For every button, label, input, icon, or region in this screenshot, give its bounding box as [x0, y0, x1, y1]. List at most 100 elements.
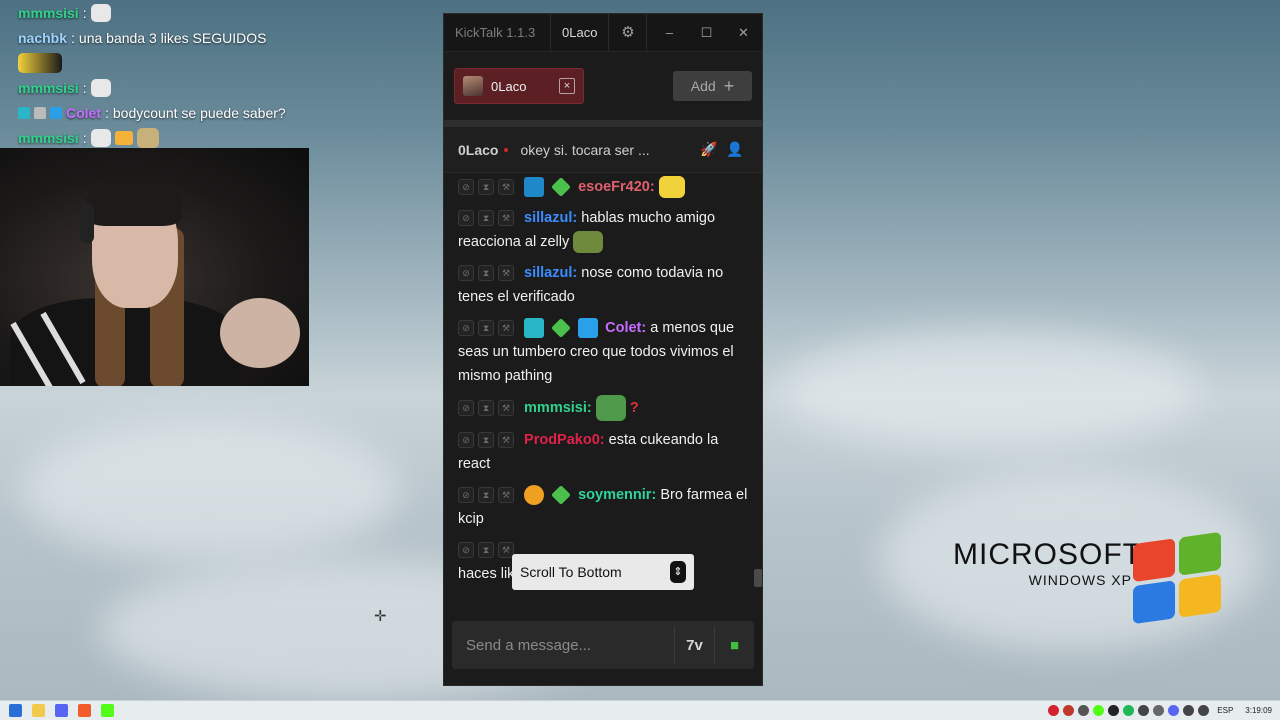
- add-channel-button[interactable]: Add +: [673, 71, 752, 101]
- gavel-icon[interactable]: ⚒: [498, 487, 514, 504]
- gear-icon[interactable]: ⚙: [609, 14, 648, 51]
- chat-message: ⊘ ⧗ ⚒ sillazul: hablas mucho amigo reaccio…: [458, 206, 748, 254]
- message-input[interactable]: [452, 636, 674, 654]
- chat-username[interactable]: sillazul: [524, 265, 572, 281]
- minimize-icon[interactable]: –: [651, 25, 688, 41]
- brave-icon[interactable]: [78, 704, 91, 717]
- taskbar: ESP 3:19:09: [0, 700, 1280, 720]
- ban-icon[interactable]: ⊘: [458, 320, 474, 337]
- badge-icon: [50, 106, 62, 119]
- gavel-icon[interactable]: ⚒: [498, 320, 514, 337]
- discord-icon[interactable]: [55, 704, 68, 717]
- gavel-icon[interactable]: ⚒: [498, 432, 514, 449]
- close-tab-icon[interactable]: ×: [559, 78, 575, 94]
- folder-icon[interactable]: [32, 704, 45, 717]
- ban-icon[interactable]: ⊘: [458, 210, 474, 227]
- gavel-icon[interactable]: ⚒: [498, 400, 514, 416]
- tray-app-icon[interactable]: [1063, 705, 1075, 716]
- overlay-chat-line: mmmsisi:: [18, 75, 318, 100]
- overlay-username: Colet: [66, 104, 101, 121]
- tray-app-icon[interactable]: [1138, 705, 1150, 716]
- timeout-icon[interactable]: ⧗: [478, 179, 494, 196]
- overlay-chat-line: Colet: bodycount se puede saber?: [18, 100, 318, 125]
- language-indicator[interactable]: ESP: [1217, 706, 1233, 715]
- tray-app-icon[interactable]: [1048, 705, 1060, 716]
- windows-flag-icon: [1133, 531, 1221, 625]
- chat-message: ⊘ ⧗ ⚒ sillazul: nose como todavia no tenes…: [458, 265, 724, 305]
- kick-icon[interactable]: [101, 704, 114, 717]
- channel-tab-label: 0Laco: [491, 78, 527, 94]
- channel-avatar: [463, 76, 483, 96]
- microphone-icon[interactable]: [1153, 705, 1165, 716]
- overlay-username: mmmsisi: [18, 129, 79, 146]
- chat-username[interactable]: mmmsisi: [524, 400, 587, 416]
- timeout-icon[interactable]: ⧗: [478, 210, 494, 227]
- ban-icon[interactable]: ⊘: [458, 179, 474, 196]
- question-mark-emote-icon: ?: [629, 399, 639, 416]
- user-account-tab[interactable]: 0Laco: [550, 14, 610, 51]
- badge-icon: [551, 318, 571, 339]
- badge-icon: [524, 318, 545, 339]
- chat-username[interactable]: esoeFr420: [578, 179, 650, 195]
- overlay-chat-line: mmmsisi:: [18, 125, 318, 150]
- tray-app-icon[interactable]: [1108, 705, 1120, 716]
- timeout-icon[interactable]: ⧗: [478, 432, 494, 449]
- stream-overlay-chat: mmmsisi: nachbk: una banda 3 likes SEGUI…: [18, 0, 318, 150]
- timeout-icon[interactable]: ⧗: [478, 320, 494, 337]
- ban-icon[interactable]: ⊘: [458, 542, 474, 559]
- 7tv-emote-picker-icon[interactable]: 7v: [674, 626, 714, 664]
- badge-icon: [551, 485, 571, 506]
- plus-icon: +: [723, 75, 735, 96]
- overlay-message-text: bodycount se puede saber?: [112, 104, 286, 121]
- volume-icon[interactable]: [1198, 705, 1210, 716]
- badge-icon: [18, 106, 30, 119]
- maximize-icon[interactable]: ☐: [688, 25, 725, 41]
- windows-xp-logo: MICROSOFT WINDOWS XP: [953, 531, 1221, 625]
- rocket-icon[interactable]: 🚀: [696, 141, 722, 158]
- pointing-hand-emote-icon: [114, 130, 133, 145]
- chat-message-list[interactable]: ⊘ ⧗ ⚒ esoeFr420: ⊘ ⧗ ⚒ sillazul: hablas much…: [444, 175, 762, 610]
- gavel-icon[interactable]: ⚒: [498, 210, 514, 227]
- scroll-arrows-icon: ⇕: [670, 561, 686, 583]
- title-bar: KickTalk 1.1.3 0Laco ⚙ – ☐ ✕: [444, 14, 762, 52]
- start-icon[interactable]: [9, 704, 22, 717]
- spotify-icon[interactable]: [1123, 705, 1135, 716]
- tray-app-icon[interactable]: [1093, 705, 1105, 716]
- chat-username[interactable]: sillazul: [524, 210, 572, 226]
- ban-icon[interactable]: ⊘: [458, 265, 474, 282]
- chat-username[interactable]: soymennir: [578, 487, 651, 503]
- chat-message: ⊘ ⧗ ⚒ mmmsisi: ?: [458, 395, 748, 421]
- timeout-icon[interactable]: ⧗: [478, 542, 494, 559]
- tray-app-icon[interactable]: [1078, 705, 1090, 716]
- clock[interactable]: 3:19:09: [1245, 706, 1272, 715]
- channel-header: 0Laco okey si. tocara ser ... 🚀 👤: [444, 127, 762, 173]
- chat-username[interactable]: Colet: [605, 320, 641, 336]
- channel-tabs-bar: 0Laco × Add +: [444, 52, 762, 120]
- gavel-icon[interactable]: ⚒: [498, 179, 514, 196]
- discord-tray-icon[interactable]: [1168, 705, 1180, 716]
- chat-message: ⊘ ⧗ ⚒ esoeFr420:: [458, 175, 748, 199]
- message-input-bar: 7v ■: [452, 621, 754, 669]
- close-icon[interactable]: ✕: [725, 25, 762, 41]
- chat-message: ⊘ ⧗ ⚒ Colet: a menos que seas un tumbero c…: [458, 318, 735, 384]
- timeout-icon[interactable]: ⧗: [478, 400, 494, 416]
- add-button-label: Add: [690, 78, 716, 94]
- microsoft-wordmark: MICROSOFT: [953, 538, 1142, 571]
- timeout-icon[interactable]: ⧗: [478, 487, 494, 504]
- channel-tab-0laco[interactable]: 0Laco ×: [454, 68, 584, 104]
- ban-icon[interactable]: ⊘: [458, 432, 474, 449]
- timeout-icon[interactable]: ⧗: [478, 265, 494, 282]
- app-title: KickTalk 1.1.3: [455, 25, 536, 40]
- network-icon[interactable]: [1183, 705, 1195, 716]
- overlay-chat-line: nachbk: una banda 3 likes SEGUIDOS: [18, 29, 267, 46]
- kick-emote-picker-icon[interactable]: ■: [714, 626, 754, 664]
- gavel-icon[interactable]: ⚒: [498, 265, 514, 282]
- ban-icon[interactable]: ⊘: [458, 400, 474, 416]
- chat-username[interactable]: ProdPako0: [524, 432, 600, 448]
- windows-xp-wordmark: WINDOWS XP: [1028, 572, 1132, 588]
- ban-icon[interactable]: ⊘: [458, 487, 474, 504]
- user-icon[interactable]: 👤: [722, 141, 748, 158]
- chat-scrollbar[interactable]: [754, 569, 762, 587]
- scroll-to-bottom-button[interactable]: Scroll To Bottom ⇕: [512, 554, 694, 590]
- overlay-chat-line: mmmsisi:: [18, 0, 318, 25]
